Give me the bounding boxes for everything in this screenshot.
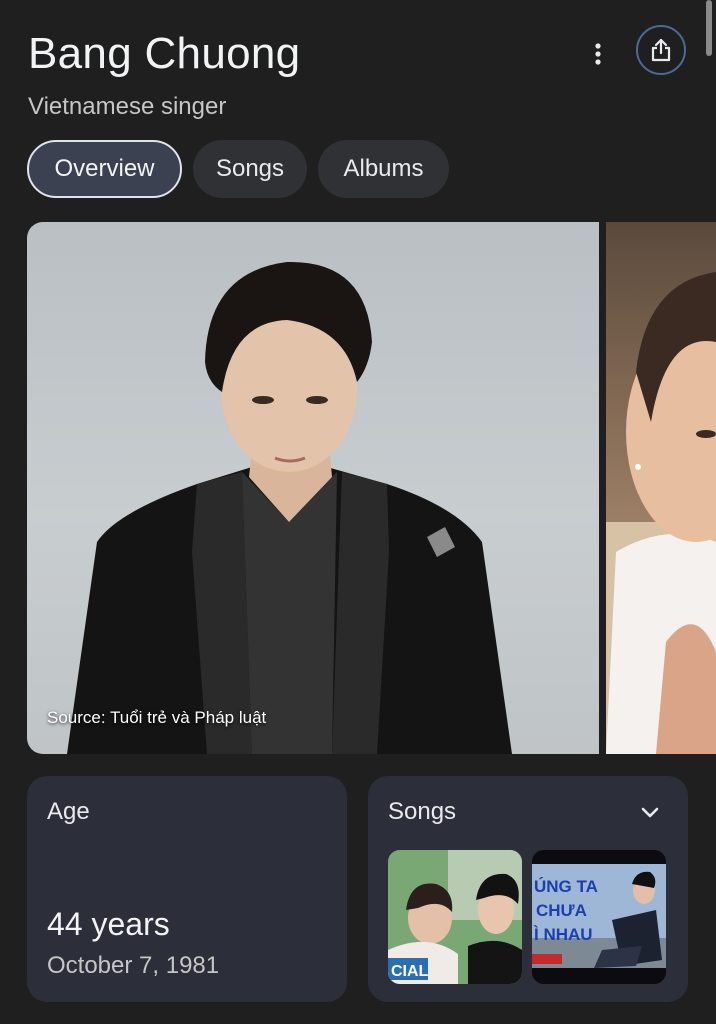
tab-songs[interactable]: Songs bbox=[193, 140, 307, 198]
knowledge-panel: Bang Chuong Vietnamese singer Overview S… bbox=[0, 0, 716, 1024]
age-value: 44 years bbox=[47, 906, 170, 942]
scrollbar[interactable] bbox=[706, 0, 712, 56]
more-options-button[interactable] bbox=[578, 34, 618, 74]
singer-photo-main[interactable] bbox=[27, 222, 599, 754]
image-source-caption: Source: Tuổi trẻ và Pháp luật bbox=[47, 708, 267, 727]
more-vert-icon bbox=[595, 43, 601, 65]
age-label: Age bbox=[47, 798, 90, 825]
birth-date: October 7, 1981 bbox=[47, 952, 220, 979]
share-icon bbox=[651, 38, 671, 62]
tab-overview[interactable]: Overview bbox=[27, 140, 182, 198]
song-thumbnail-1[interactable]: CIAL bbox=[388, 850, 522, 984]
page-title: Bang Chuong bbox=[28, 29, 301, 78]
share-button[interactable] bbox=[636, 25, 686, 75]
songs-label: Songs bbox=[388, 798, 457, 825]
age-card: Age 44 years October 7, 1981 bbox=[27, 776, 347, 1002]
tab-albums[interactable]: Albums bbox=[318, 140, 449, 198]
singer-portrait-image bbox=[67, 261, 512, 754]
songs-card[interactable]: Songs CIAL ÚNG TA CHƯA Ì NHAU bbox=[368, 776, 688, 1002]
chevron-down-icon[interactable] bbox=[638, 800, 662, 824]
thumb1-text: CIAL bbox=[391, 963, 429, 980]
singer-photo-secondary[interactable] bbox=[606, 222, 716, 754]
song-thumbnail-2[interactable]: ÚNG TA CHƯA Ì NHAU bbox=[532, 850, 666, 984]
song-thumbnail-image-1: CIAL bbox=[388, 850, 522, 984]
song-thumbnail-image-2: ÚNG TA CHƯA Ì NHAU bbox=[532, 850, 666, 984]
thumb2-text-3: Ì NHAU bbox=[533, 925, 593, 944]
thumb2-text-1: ÚNG TA bbox=[534, 877, 598, 896]
thumb2-text-2: CHƯA bbox=[536, 901, 587, 920]
page-subtitle: Vietnamese singer bbox=[28, 93, 227, 120]
singer-portrait-image-2 bbox=[606, 272, 716, 754]
